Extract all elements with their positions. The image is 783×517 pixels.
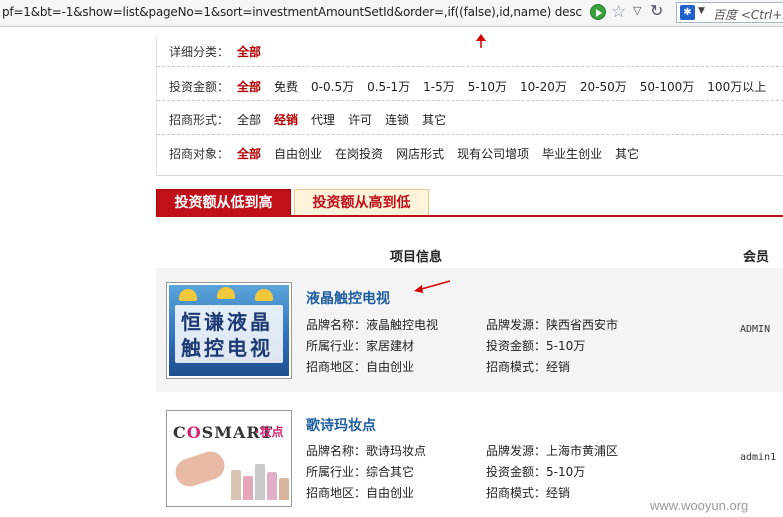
filter-row-category: 详细分类： 全部 [169, 41, 274, 61]
tab-underline [156, 215, 783, 217]
filter-option[interactable]: 0.5-1万 [367, 78, 410, 95]
annotation-arrow-left [414, 280, 451, 293]
product-bottle [243, 476, 253, 500]
divider [157, 100, 783, 101]
filter-option[interactable]: 5-10万 [468, 78, 507, 95]
project-thumbnail[interactable]: 恒谦液晶 触控电视 [166, 282, 292, 379]
product-bottle [279, 478, 289, 500]
filter-option[interactable]: 全部 [237, 78, 261, 95]
industry: 所属行业：家居建材 [306, 339, 415, 353]
filter-option[interactable]: 现有公司增项 [457, 145, 529, 162]
investment-amount: 投资金额：5-10万 [486, 339, 586, 353]
go-button[interactable] [590, 4, 606, 20]
brand-origin: 品牌发源：陕西省西安市 [486, 318, 619, 332]
filter-row-amount: 投资金额： 全部 免费 0-0.5万 0.5-1万 1-5万 5-10万 10-… [169, 76, 779, 96]
filter-label: 投资金额： [169, 79, 230, 94]
mode: 招商模式：经销 [486, 486, 571, 500]
filter-panel: 详细分类： 全部 投资金额： 全部 免费 0-0.5万 0.5-1万 1-5万 … [156, 36, 783, 176]
member-name: admin1 [740, 452, 777, 463]
mode: 招商模式：经销 [486, 360, 571, 374]
filter-option[interactable]: 0-0.5万 [311, 78, 354, 95]
product-bottle [231, 470, 241, 500]
filter-option[interactable]: 其它 [422, 111, 446, 128]
brand-name: 品牌名称：液晶触控电视 [306, 318, 439, 332]
filter-option[interactable]: 1-5万 [423, 78, 455, 95]
search-box[interactable]: ✱ ▼ 百度 <Ctrl+K> [676, 2, 783, 23]
hat-icon [179, 289, 197, 301]
browser-toolbar: pf=1&bt=-1&show=list&pageNo=1&sort=inves… [0, 0, 783, 27]
industry: 所属行业：综合其它 [306, 465, 415, 479]
product-bottle [267, 472, 277, 500]
divider [157, 66, 783, 67]
address-bar[interactable]: pf=1&bt=-1&show=list&pageNo=1&sort=inves… [2, 5, 582, 19]
filter-option[interactable]: 全部 [237, 145, 261, 162]
region: 招商地区：自由创业 [306, 360, 415, 374]
filter-option[interactable]: 50-100万 [640, 78, 695, 95]
filter-row-form: 招商形式： 全部 经销 代理 许可 连锁 其它 [169, 109, 459, 129]
divider [157, 134, 783, 135]
filter-option[interactable]: 许可 [348, 111, 372, 128]
filter-option[interactable]: 全部 [237, 43, 261, 60]
project-thumbnail[interactable]: COSMART ·妆点 [166, 410, 292, 507]
baidu-paw-icon[interactable]: ✱ [680, 5, 695, 20]
filter-option[interactable]: 代理 [311, 111, 335, 128]
reload-icon[interactable]: ↻ [650, 1, 663, 20]
project-title[interactable]: 歌诗玛妆点 [306, 415, 376, 435]
filter-row-target: 招商对象： 全部 自由创业 在岗投资 网店形式 现有公司增项 毕业生创业 其它 [169, 143, 652, 163]
filter-label: 招商对象： [169, 146, 230, 161]
project-title[interactable]: 液晶触控电视 [306, 288, 390, 308]
thumbnail-logo-sub: ·妆点 [255, 425, 284, 439]
chevron-down-icon[interactable]: ▼ [698, 6, 705, 16]
investment-amount: 投资金额：5-10万 [486, 465, 586, 479]
filter-option[interactable]: 网店形式 [396, 145, 444, 162]
region: 招商地区：自由创业 [306, 486, 415, 500]
search-placeholder[interactable]: 百度 <Ctrl+K> [713, 6, 783, 23]
filter-option[interactable]: 20-50万 [580, 78, 627, 95]
filter-option[interactable]: 10-20万 [520, 78, 567, 95]
filter-option[interactable]: 经销 [274, 111, 298, 128]
filter-label: 详细分类： [169, 44, 230, 59]
column-header-member: 会员 [743, 250, 770, 265]
filter-option[interactable]: 免费 [274, 78, 298, 95]
filter-option[interactable]: 在岗投资 [335, 145, 383, 162]
thumbnail-text: 恒谦液晶 触控电视 [181, 310, 273, 360]
thumbnail-hand [171, 447, 229, 491]
filter-option[interactable]: 100万以上 [707, 78, 766, 95]
product-bottle [255, 464, 265, 500]
column-header-info: 项目信息 [390, 250, 443, 265]
tab-sort-desc[interactable]: 投资额从高到低 [294, 189, 429, 216]
filter-option[interactable]: 毕业生创业 [542, 145, 602, 162]
tab-sort-asc[interactable]: 投资额从低到高 [156, 189, 291, 216]
filter-option[interactable]: 全部 [237, 111, 261, 128]
filter-option[interactable]: 其它 [615, 145, 639, 162]
history-dropdown-icon[interactable]: ▽ [633, 4, 641, 17]
list-item: 恒谦液晶 触控电视 液晶触控电视 品牌名称：液晶触控电视 品牌发源：陕西省西安市 … [156, 268, 783, 392]
hat-icon [217, 287, 235, 299]
bookmark-star-icon[interactable]: ☆ [611, 2, 626, 22]
list-header: 项目信息 会员 [156, 240, 783, 268]
watermark: www.wooyun.org [650, 498, 749, 513]
brand-origin: 品牌发源：上海市黄浦区 [486, 444, 619, 458]
filter-option[interactable]: 连锁 [385, 111, 409, 128]
member-name: ADMIN [740, 324, 771, 335]
hat-icon [255, 289, 273, 301]
filter-label: 招商形式： [169, 112, 230, 127]
brand-name: 品牌名称：歌诗玛妆点 [306, 444, 427, 458]
filter-option[interactable]: 自由创业 [274, 145, 322, 162]
